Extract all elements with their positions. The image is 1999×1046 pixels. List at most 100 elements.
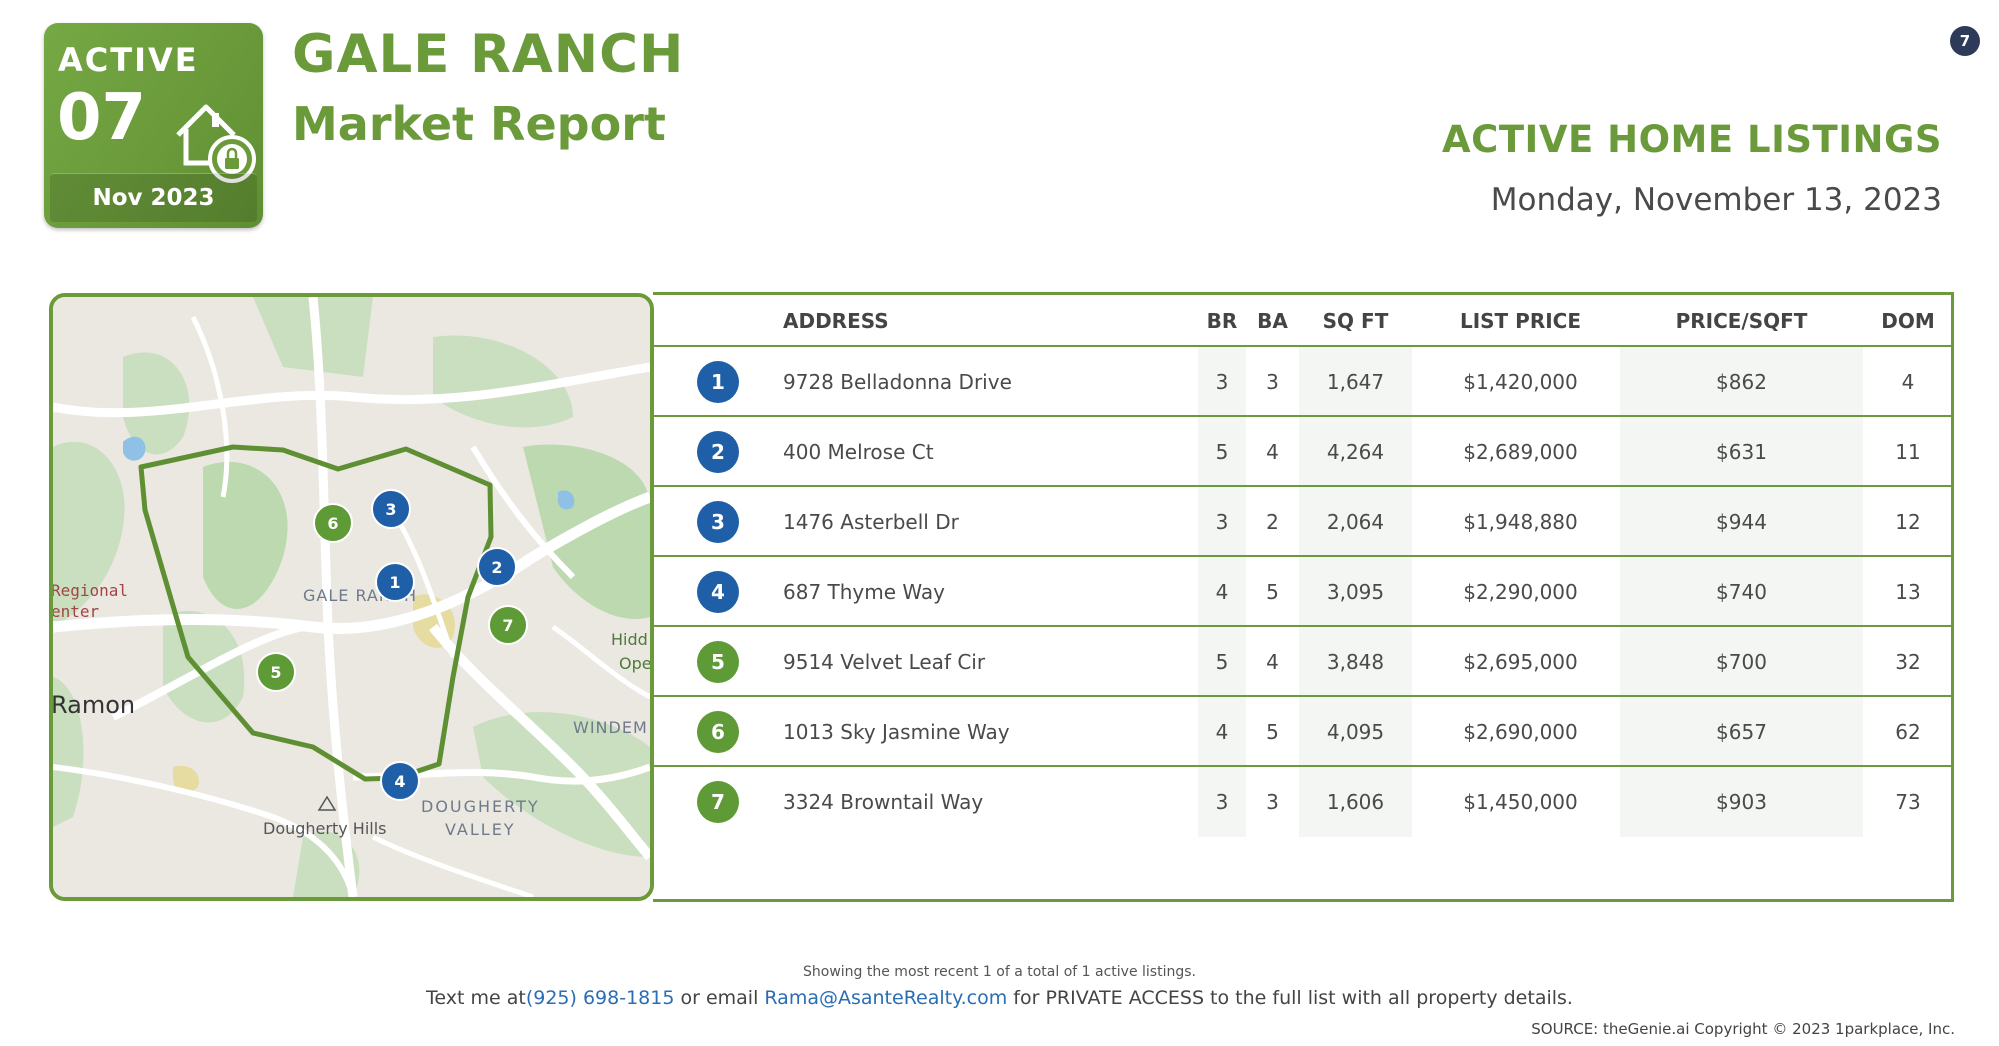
cell-br: 4 <box>1215 720 1229 744</box>
table-row[interactable]: 6 1013 Sky Jasmine Way 4 5 4,095 $2,690,000 $6… <box>653 697 1951 767</box>
cell-address: 400 Melrose Ct <box>783 440 934 464</box>
header-br: BR <box>1206 309 1238 333</box>
cell-address: 687 Thyme Way <box>783 580 945 604</box>
header-price-sqft: PRICE/SQFT <box>1675 309 1808 333</box>
cell-dom: 12 <box>1895 510 1921 534</box>
map-marker[interactable]: 4 <box>380 761 420 801</box>
cell-br: 3 <box>1215 370 1229 394</box>
cell-price-sqft: $903 <box>1716 790 1767 814</box>
map-label-regional: Regional <box>53 581 128 600</box>
section-title: ACTIVE HOME LISTINGS <box>1442 118 1942 161</box>
cell-list-price: $2,689,000 <box>1463 440 1578 464</box>
map-label-center: enter <box>53 602 100 621</box>
listing-number-marker: 6 <box>697 711 739 753</box>
cell-ba: 3 <box>1266 790 1279 814</box>
table-row[interactable]: 4 687 Thyme Way 4 5 3,095 $2,290,000 $740 13 <box>653 557 1951 627</box>
badge-month: Nov 2023 <box>92 185 215 211</box>
cell-sqft: 1,647 <box>1326 370 1385 394</box>
listing-number-marker: 1 <box>697 361 739 403</box>
page-subtitle: Market Report <box>292 97 666 151</box>
map-label-dougherty-hills: Dougherty Hills <box>263 819 387 838</box>
cell-ba: 2 <box>1266 510 1279 534</box>
cell-br: 3 <box>1215 790 1229 814</box>
map-label-dougherty: DOUGHERTY <box>421 797 540 816</box>
cell-price-sqft: $862 <box>1716 370 1767 394</box>
map-marker[interactable]: 6 <box>313 503 353 543</box>
cell-br: 5 <box>1215 440 1229 464</box>
cell-list-price: $1,420,000 <box>1463 370 1578 394</box>
cell-dom: 73 <box>1895 790 1921 814</box>
cell-price-sqft: $657 <box>1716 720 1767 744</box>
map-label-ramon: Ramon <box>53 691 135 719</box>
cell-list-price: $2,290,000 <box>1463 580 1578 604</box>
phone-link[interactable]: (925) 698-1815 <box>526 987 675 1009</box>
cell-sqft: 3,848 <box>1326 650 1385 674</box>
cell-sqft: 4,095 <box>1326 720 1385 744</box>
cell-sqft: 2,064 <box>1326 510 1385 534</box>
email-link[interactable]: Rama@AsanteRealty.com <box>764 987 1007 1009</box>
map-label-open: Ope <box>619 654 650 673</box>
cell-br: 5 <box>1215 650 1229 674</box>
contact-line: Text me at(925) 698-1815 or email Rama@A… <box>426 987 1573 1009</box>
table-row[interactable]: 7 3324 Browntail Way 3 3 1,606 $1,450,000 $903… <box>653 767 1951 837</box>
header-address: ADDRESS <box>783 309 889 333</box>
svg-text:4: 4 <box>394 772 405 791</box>
table-header: ADDRESS BR BA SQ FT LIST PRICE PRICE/SQF… <box>653 295 1951 347</box>
listing-number-marker: 4 <box>697 571 739 613</box>
cell-list-price: $1,948,880 <box>1463 510 1578 534</box>
cell-price-sqft: $631 <box>1716 440 1767 464</box>
badge-count: 07 <box>57 81 147 155</box>
cell-price-sqft: $740 <box>1716 580 1767 604</box>
cell-sqft: 1,606 <box>1326 790 1385 814</box>
map-label-hidden: Hidd <box>611 630 648 649</box>
listings-map[interactable]: GALE RANCH Regional enter Ramon Hidd Ope… <box>49 293 654 901</box>
badge-status: ACTIVE <box>58 41 199 79</box>
listings-table: ADDRESS BR BA SQ FT LIST PRICE PRICE/SQF… <box>653 292 1954 902</box>
listing-number-marker: 2 <box>697 431 739 473</box>
page-number-badge: 7 <box>1950 26 1980 56</box>
table-row[interactable]: 1 9728 Belladonna Drive 3 3 1,647 $1,420,000 $… <box>653 347 1951 417</box>
cell-ba: 5 <box>1266 580 1279 604</box>
listing-number-marker: 7 <box>697 781 739 823</box>
cell-sqft: 3,095 <box>1326 580 1385 604</box>
page-title: GALE RANCH <box>292 24 685 85</box>
cell-ba: 4 <box>1266 650 1279 674</box>
cell-dom: 62 <box>1895 720 1921 744</box>
cell-br: 3 <box>1215 510 1229 534</box>
map-label-valley: VALLEY <box>445 820 516 839</box>
cell-address: 1476 Asterbell Dr <box>783 510 959 534</box>
cell-dom: 32 <box>1895 650 1921 674</box>
svg-text:2: 2 <box>491 558 502 577</box>
table-row[interactable]: 2 400 Melrose Ct 5 4 4,264 $2,689,000 $631 11 <box>653 417 1951 487</box>
svg-text:7: 7 <box>502 616 513 635</box>
cell-address: 1013 Sky Jasmine Way <box>783 720 1010 744</box>
cell-price-sqft: $944 <box>1716 510 1767 534</box>
svg-text:6: 6 <box>327 514 338 533</box>
table-row[interactable]: 5 9514 Velvet Leaf Cir 5 4 3,848 $2,695,000 $7… <box>653 627 1951 697</box>
cell-list-price: $2,690,000 <box>1463 720 1578 744</box>
map-label-windem: WINDEM <box>573 718 648 737</box>
header-sqft: SQ FT <box>1322 309 1389 333</box>
svg-text:1: 1 <box>389 573 400 592</box>
svg-text:3: 3 <box>385 500 396 519</box>
table-row[interactable]: 3 1476 Asterbell Dr 3 2 2,064 $1,948,880 $944 1… <box>653 487 1951 557</box>
cell-list-price: $2,695,000 <box>1463 650 1578 674</box>
svg-text:5: 5 <box>270 663 281 682</box>
cell-ba: 5 <box>1266 720 1279 744</box>
cell-dom: 13 <box>1895 580 1921 604</box>
listing-number-marker: 5 <box>697 641 739 683</box>
map-marker[interactable]: 1 <box>375 562 415 602</box>
cell-address: 3324 Browntail Way <box>783 790 984 814</box>
listing-number-marker: 3 <box>697 501 739 543</box>
map-marker[interactable]: 5 <box>256 652 296 692</box>
map-marker[interactable]: 3 <box>371 489 411 529</box>
map-marker[interactable]: 7 <box>488 605 528 645</box>
cell-price-sqft: $700 <box>1716 650 1767 674</box>
active-count-badge: ACTIVE 07 Nov 2023 <box>44 23 263 228</box>
section-date: Monday, November 13, 2023 <box>1490 182 1942 218</box>
cell-dom: 11 <box>1895 440 1921 464</box>
house-lock-icon <box>176 104 256 183</box>
map-canvas: GALE RANCH Regional enter Ramon Hidd Ope… <box>53 297 650 897</box>
cell-br: 4 <box>1215 580 1229 604</box>
map-marker[interactable]: 2 <box>477 547 517 587</box>
